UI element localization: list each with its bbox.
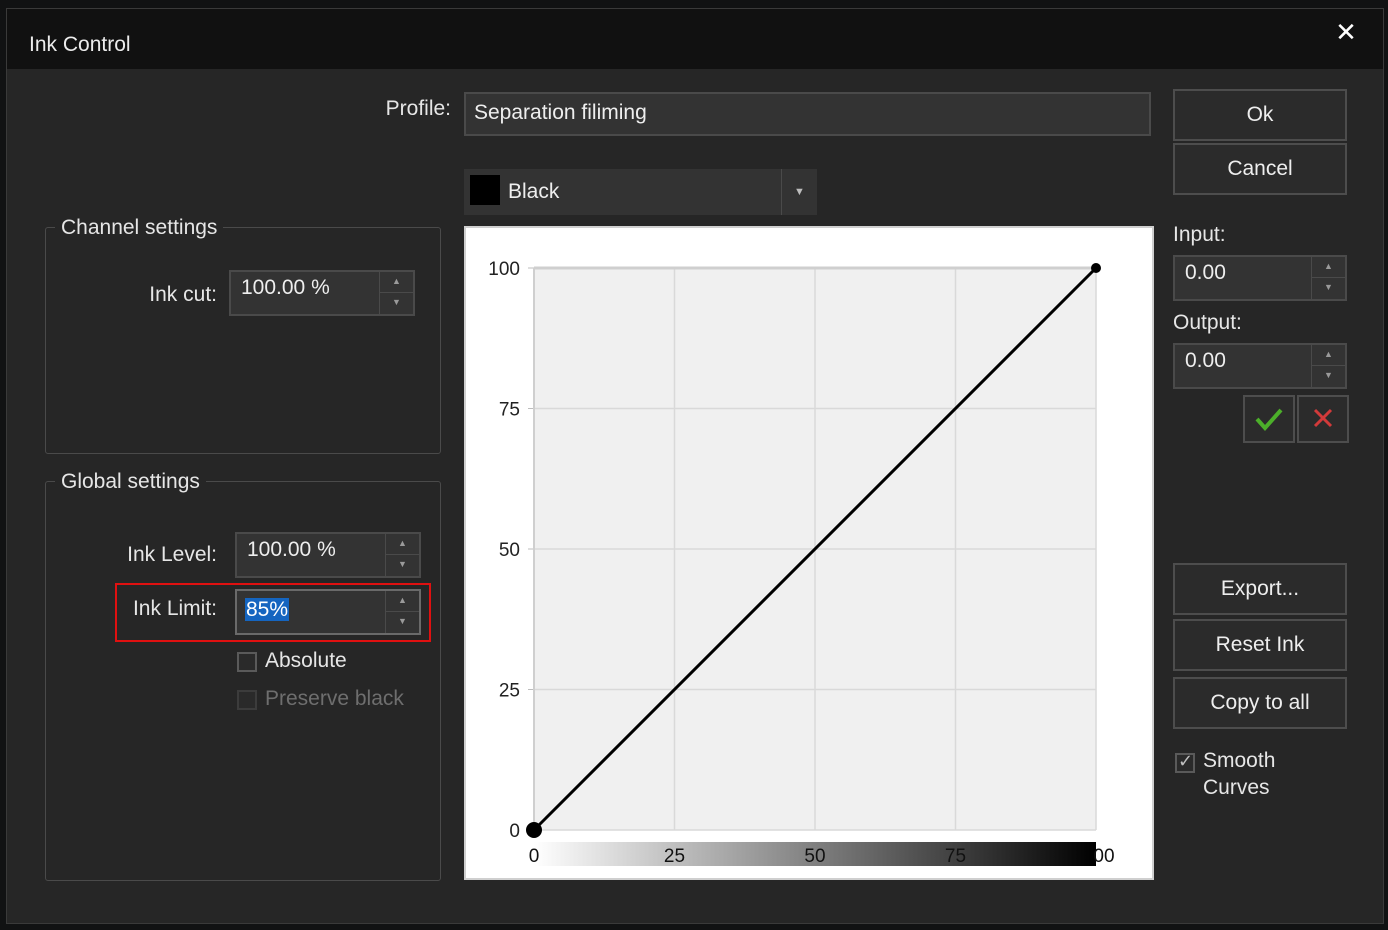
- smooth-curves-label-1: Smooth: [1203, 749, 1276, 772]
- output-label: Output:: [1173, 311, 1242, 334]
- input-spinner[interactable]: 0.00 ▲ ▼: [1173, 255, 1347, 301]
- check-icon: ✓: [1178, 751, 1194, 771]
- preserve-black-label: Preserve black: [265, 687, 404, 710]
- y-tick-label: 100: [488, 259, 520, 280]
- curve-control-point: [1091, 263, 1101, 273]
- ink-cut-value: 100.00 %: [241, 276, 330, 299]
- check-icon: [1255, 408, 1283, 432]
- cancel-button[interactable]: Cancel: [1173, 143, 1347, 195]
- y-tick-label: 75: [499, 400, 520, 421]
- profile-label: Profile:: [385, 97, 451, 120]
- absolute-label: Absolute: [265, 649, 347, 672]
- spin-up-icon[interactable]: ▲: [1312, 257, 1345, 278]
- spin-down-icon[interactable]: ▼: [1312, 278, 1345, 299]
- y-tick-label: 25: [499, 681, 520, 702]
- ink-cut-label: Ink cut:: [149, 283, 217, 306]
- cross-icon: [1313, 408, 1333, 428]
- ink-curve-plot[interactable]: 0 25 50 75 100 0 25 50 75 00: [466, 228, 1152, 878]
- reset-ink-button[interactable]: Reset Ink: [1173, 619, 1347, 671]
- ink-control-dialog: Ink Control ✕ Profile: Separation filimi…: [6, 8, 1384, 924]
- channel-settings-group: [45, 227, 441, 454]
- input-label: Input:: [1173, 223, 1226, 246]
- absolute-checkbox[interactable]: [237, 652, 257, 672]
- channel-settings-title: Channel settings: [55, 216, 224, 240]
- smooth-curves-checkbox[interactable]: ✓: [1175, 751, 1195, 773]
- y-tick-label: 50: [499, 540, 520, 561]
- ink-limit-value[interactable]: 85%: [245, 598, 290, 621]
- ink-limit-value-wrap: 85%: [245, 598, 290, 622]
- input-value: 0.00: [1185, 261, 1226, 284]
- spin-down-icon[interactable]: ▼: [1312, 366, 1345, 387]
- title-bar: Ink Control ✕: [7, 9, 1383, 69]
- chevron-down-icon[interactable]: ▼: [781, 169, 817, 215]
- y-tick-label: 0: [509, 821, 520, 842]
- ink-level-label: Ink Level:: [127, 543, 217, 566]
- channel-dropdown[interactable]: Black ▼: [464, 169, 817, 215]
- x-tick-label: 25: [664, 846, 685, 867]
- curve-control-point: [526, 822, 542, 838]
- copy-to-all-button[interactable]: Copy to all: [1173, 677, 1347, 729]
- preserve-black-checkbox[interactable]: [237, 690, 257, 710]
- ink-limit-label: Ink Limit:: [132, 597, 217, 620]
- close-icon[interactable]: ✕: [1333, 19, 1359, 45]
- smooth-curves-label-2: Curves: [1203, 776, 1270, 799]
- channel-color-swatch: [470, 175, 500, 205]
- channel-dropdown-value: Black: [508, 180, 560, 203]
- x-tick-label: 0: [529, 846, 540, 867]
- spin-down-icon[interactable]: ▼: [386, 612, 419, 633]
- spin-down-icon[interactable]: ▼: [386, 555, 419, 576]
- ink-cut-spinner[interactable]: 100.00 % ▲ ▼: [229, 270, 415, 316]
- spin-up-icon[interactable]: ▲: [380, 272, 413, 293]
- ink-level-spinner[interactable]: 100.00 % ▲ ▼: [235, 532, 421, 578]
- global-settings-title: Global settings: [55, 470, 206, 494]
- window-title: Ink Control: [29, 33, 131, 56]
- ink-curve-chart[interactable]: 0 25 50 75 100 0 25 50 75 00: [464, 226, 1154, 880]
- ink-limit-spinner[interactable]: 85% ▲ ▼: [235, 589, 421, 635]
- output-value: 0.00: [1185, 349, 1226, 372]
- apply-point-button[interactable]: [1243, 395, 1295, 443]
- discard-point-button[interactable]: [1297, 395, 1349, 443]
- export-button[interactable]: Export...: [1173, 563, 1347, 615]
- spin-up-icon[interactable]: ▲: [386, 534, 419, 555]
- spin-up-icon[interactable]: ▲: [386, 591, 419, 612]
- output-spinner[interactable]: 0.00 ▲ ▼: [1173, 343, 1347, 389]
- ink-level-value: 100.00 %: [247, 538, 336, 561]
- x-tick-label: 50: [804, 846, 825, 867]
- ok-button[interactable]: Ok: [1173, 89, 1347, 141]
- x-tick-label: 00: [1093, 846, 1114, 867]
- spin-down-icon[interactable]: ▼: [380, 293, 413, 314]
- spin-up-icon[interactable]: ▲: [1312, 345, 1345, 366]
- x-tick-label: 75: [945, 846, 966, 867]
- profile-field[interactable]: Separation filiming: [464, 92, 1151, 136]
